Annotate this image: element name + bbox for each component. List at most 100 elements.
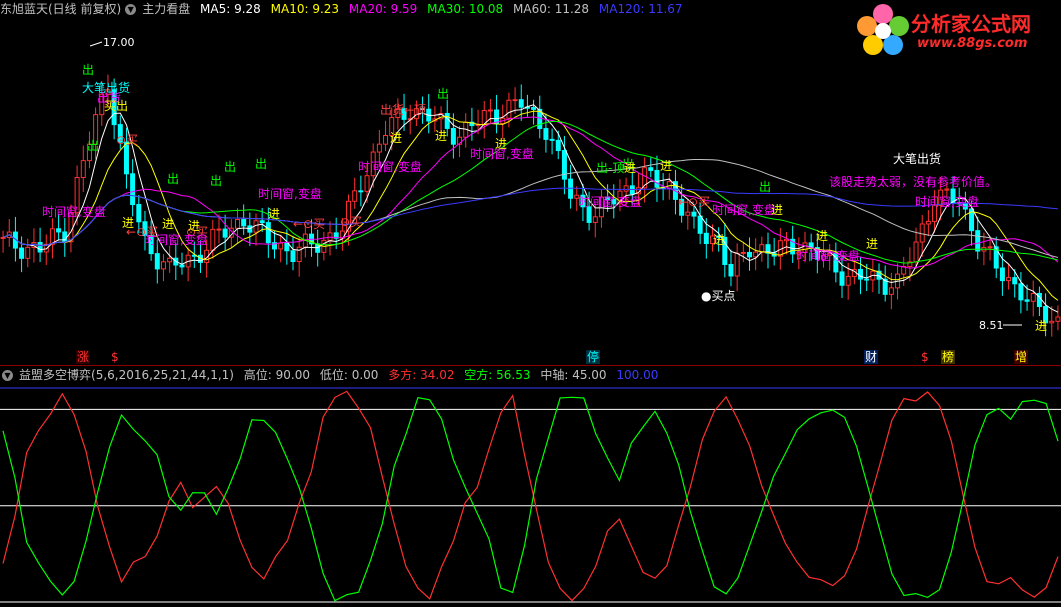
bear-value: 空方: 56.53 — [464, 368, 531, 382]
chart-annotation: 出 — [167, 172, 179, 186]
chart-annotation: 时间窗,变盘 — [42, 204, 106, 219]
chart-annotation: 进 — [495, 137, 507, 151]
candle — [697, 202, 703, 245]
candle — [160, 254, 166, 282]
low-value: 低位: 0.00 — [319, 368, 379, 382]
axis-value: 中轴: 45.00 — [540, 368, 607, 382]
candle — [734, 243, 740, 292]
candle — [241, 204, 247, 235]
low-price-label: 8.51 — [979, 319, 1004, 332]
candle — [234, 208, 240, 244]
candle — [167, 245, 173, 273]
candle — [278, 234, 284, 263]
candle — [925, 210, 931, 237]
ma20-value: MA20: 9.59 — [348, 2, 418, 16]
chart-annotation: ←⊙买 — [293, 217, 325, 231]
chart-annotation: 出 — [210, 174, 222, 188]
candle — [746, 237, 752, 271]
ma5-line — [2, 104, 1059, 313]
chart-annotation: 出-顶 — [596, 161, 624, 175]
candle — [481, 101, 487, 139]
candle — [1055, 305, 1061, 331]
candle — [247, 212, 253, 246]
candle — [352, 177, 358, 209]
high-price-label: 17.00 — [103, 36, 135, 49]
chart-annotation: 进 — [624, 161, 636, 175]
series-line — [2, 396, 1059, 602]
chart-annotation: 进 — [122, 216, 134, 230]
candle — [790, 225, 796, 263]
candle — [222, 214, 228, 251]
bull-value: 多方: 34.02 — [388, 368, 455, 382]
candle — [765, 232, 771, 269]
chart-annotation: 出货←顶 — [380, 102, 426, 117]
candlestick-chart[interactable]: 大笔出货大笔出货出货买出出出 出出出出出出 出出-顶出货←顶⊙买⊙买⊙买←⊙买←⊙买… — [0, 18, 1061, 348]
candle — [1030, 280, 1036, 317]
candle — [494, 94, 500, 134]
top-value: 100.00 — [616, 368, 659, 382]
candle — [537, 95, 543, 139]
candle — [6, 219, 12, 247]
oscillator-chart[interactable] — [0, 384, 1061, 607]
chevron-down-icon[interactable]: ▼ — [125, 4, 137, 15]
chart-annotation: 大笔出货 — [893, 151, 941, 166]
candle — [654, 155, 660, 202]
ma60-value: MA60: 11.28 — [513, 2, 590, 16]
chart-annotation: 出 — [437, 87, 449, 101]
chart-annotation: ⊙买 — [340, 215, 362, 229]
chevron-down-icon[interactable]: ▼ — [2, 370, 13, 381]
event-marker[interactable]: $ — [110, 350, 120, 364]
chart-annotation: 进 — [713, 233, 725, 247]
candle — [531, 99, 537, 125]
candle — [783, 231, 789, 255]
chart-annotation: 时间窗,变盘 — [712, 202, 776, 217]
high-value: 高位: 90.00 — [243, 368, 311, 382]
candle — [130, 159, 136, 217]
chart-annotation: 出 — [255, 157, 267, 171]
candle — [740, 241, 746, 263]
chart-annotation: 时间窗,变盘 — [258, 186, 322, 201]
oscillator-name[interactable]: 益盟多空博弈 — [19, 368, 91, 382]
candle — [272, 230, 278, 259]
chart-annotation: 出 — [759, 180, 771, 194]
chart-annotation: 进 — [188, 219, 200, 233]
candle — [19, 236, 25, 273]
chart-annotation: 买出 — [104, 99, 128, 113]
oscillator-header: ▼ 益盟多空博弈(5,6,2016,25,21,44,1,1) 高位: 90.00… — [0, 366, 664, 384]
candle — [728, 249, 734, 287]
chart-annotation: 进 — [268, 207, 280, 221]
candle — [290, 235, 296, 271]
candle — [80, 145, 86, 192]
candle — [1018, 272, 1024, 314]
candle — [759, 236, 765, 262]
chart-annotation: 进 — [660, 159, 672, 173]
candle — [49, 218, 55, 259]
indicator-name[interactable]: 主力看盘 — [142, 2, 190, 16]
candle — [568, 164, 574, 209]
candle — [648, 157, 654, 178]
chart-annotation: 出 — [224, 160, 236, 174]
candle — [500, 104, 506, 139]
chart-annotation: 时间窗,变盘 — [578, 194, 642, 209]
candle — [993, 236, 999, 279]
candle — [549, 128, 555, 155]
event-marker[interactable]: 财 — [864, 350, 879, 364]
event-marker[interactable]: 增 — [1014, 350, 1029, 364]
candle — [185, 247, 191, 282]
event-marker[interactable]: 停 — [586, 350, 601, 364]
chart-annotation: 进 — [435, 129, 447, 143]
event-marker[interactable]: 涨 — [76, 350, 91, 364]
event-marker[interactable]: $ — [920, 350, 930, 364]
candle — [1036, 286, 1042, 317]
main-chart-header: 东旭蓝天(日线 前复权) ▼ 主力看盘 MA5: 9.28 MA10: 9.23 M… — [0, 0, 689, 18]
candle — [296, 236, 302, 277]
chart-annotation: ⊙买 — [116, 133, 138, 147]
chart-annotation: 进 — [771, 203, 783, 217]
stock-title: 东旭蓝天(日线 前复权) — [0, 2, 122, 16]
ma10-value: MA10: 9.23 — [270, 2, 340, 16]
event-marker[interactable]: 榜 — [941, 350, 956, 364]
candle — [43, 234, 49, 266]
chart-annotation: 时间窗,变盘 — [144, 232, 208, 247]
candle — [358, 175, 364, 207]
oscillator-params: (5,6,2016,25,21,44,1,1) — [91, 368, 234, 382]
